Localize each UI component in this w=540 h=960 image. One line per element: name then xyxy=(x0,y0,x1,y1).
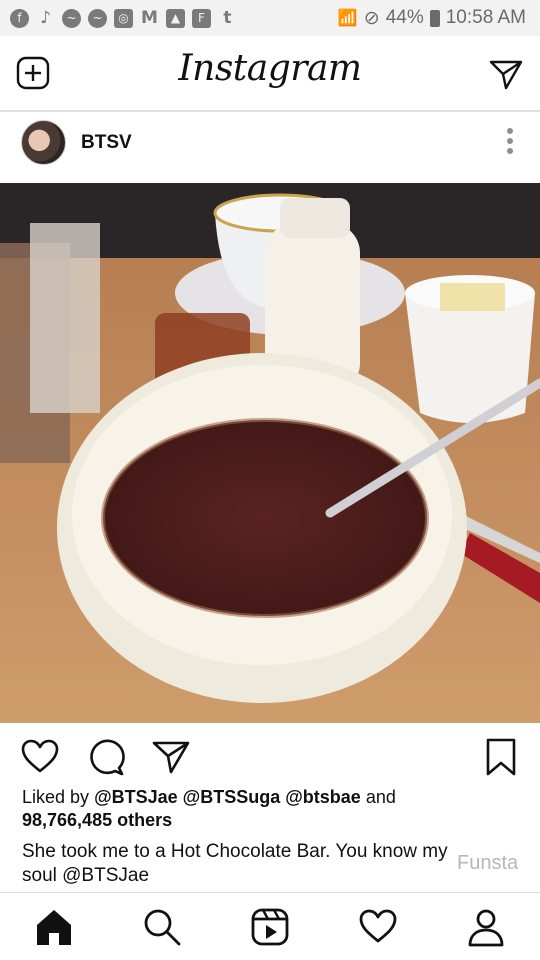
save-bookmark-icon[interactable] xyxy=(481,737,521,777)
others-count[interactable]: 98,766,485 others xyxy=(22,810,172,830)
gmail-icon: M xyxy=(141,8,158,28)
share-icon[interactable] xyxy=(151,737,191,777)
like-icon[interactable] xyxy=(20,737,60,777)
liked-by-label: Liked by xyxy=(22,787,90,807)
post-username[interactable]: BTSV xyxy=(81,132,132,154)
watermark: Funsta xyxy=(457,852,519,874)
battery-percent: 44% xyxy=(385,7,424,28)
battery-icon xyxy=(429,9,440,27)
post-image[interactable] xyxy=(0,183,540,723)
more-options-icon[interactable] xyxy=(506,128,514,154)
messenger-icon: ~ xyxy=(88,8,107,28)
bottom-navigation xyxy=(0,892,540,960)
direct-message-icon[interactable] xyxy=(488,56,524,92)
heart-icon[interactable] xyxy=(358,907,398,947)
clock: 10:58 AM xyxy=(445,7,526,28)
post-caption: She took me to a Hot Chocolate Bar. You … xyxy=(22,841,448,886)
notification-icons: f ♪ ~ ~ ◎ M ▲ F t xyxy=(10,8,237,28)
tumblr-icon: t xyxy=(223,8,232,28)
post-header: BTSV xyxy=(0,111,540,183)
liker-username[interactable]: @BTSJae xyxy=(94,787,178,807)
wifi-icon: 📶 xyxy=(337,10,358,27)
messenger-icon: ~ xyxy=(62,8,81,28)
instagram-logo: Instagram xyxy=(178,48,362,89)
do-not-disturb-icon: ⊘ xyxy=(363,7,380,29)
facebook-icon: f xyxy=(10,8,29,28)
status-bar: f ♪ ~ ~ ◎ M ▲ F t 📶 ⊘ 44% 10:58 AM xyxy=(0,0,540,36)
avatar[interactable] xyxy=(21,120,66,165)
likes-summary: Liked by @BTSJae @BTSSuga @btsbae and 98… xyxy=(22,786,522,832)
home-icon[interactable] xyxy=(34,907,74,947)
gallery-icon: ▲ xyxy=(166,8,185,28)
liker-username[interactable]: @BTSSuga xyxy=(183,787,281,807)
flipboard-icon: F xyxy=(192,8,211,28)
reels-icon[interactable] xyxy=(250,907,290,947)
comment-icon[interactable] xyxy=(86,737,126,777)
and-label: and xyxy=(365,787,396,807)
app-header: Instagram xyxy=(0,36,540,111)
search-icon[interactable] xyxy=(142,907,182,947)
profile-icon[interactable] xyxy=(466,907,506,947)
liker-username[interactable]: @btsbae xyxy=(285,787,361,807)
post-actions xyxy=(0,723,540,788)
instagram-icon: ◎ xyxy=(114,8,133,28)
tiktok-icon: ♪ xyxy=(40,8,51,28)
hot-chocolate-photo xyxy=(0,183,540,723)
